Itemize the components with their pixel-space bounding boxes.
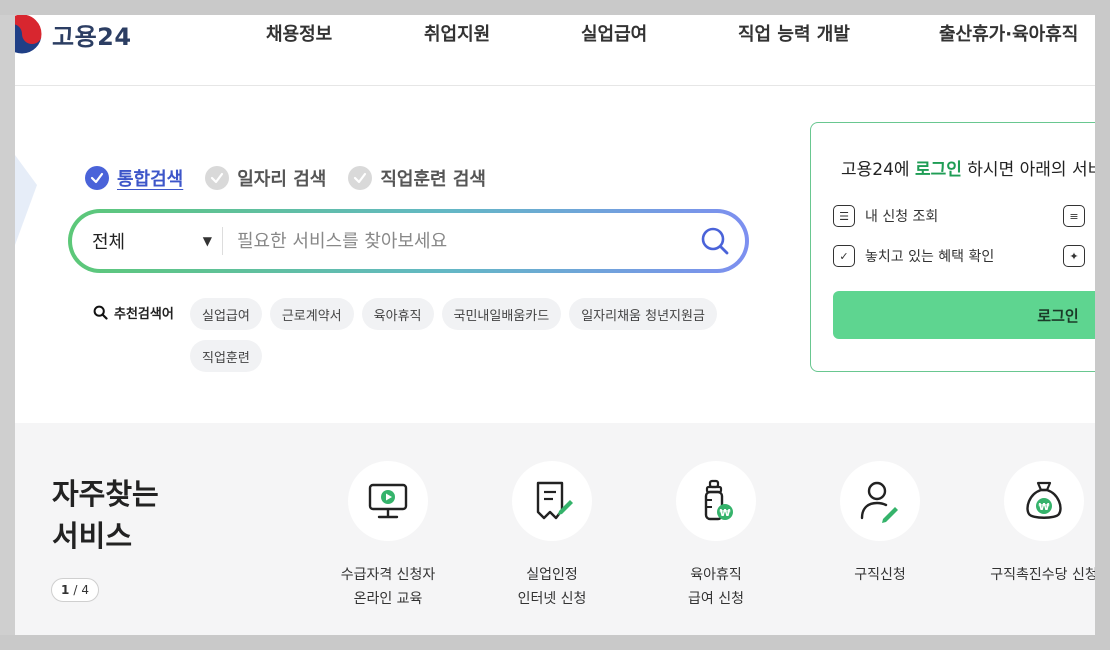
login-panel-title: 고용24에 로그인 하시면 아래의 서비 [841,155,1095,180]
tab-label: 일자리 검색 [237,169,327,190]
benefit-check-icon: ✓ [833,245,855,267]
service-label: 수급자격 신청자 온라인 교육 [340,567,436,607]
search-icon [701,227,729,255]
pager-total: 4 [81,583,90,597]
perk-my-applications[interactable]: ☰ 내 신청 조회 [833,205,938,227]
recommended-label: 추천검색어 [93,303,174,322]
site-header: 고용24 채용정보 취업지원 실업급여 직업 능력 개발 출산휴가·육아휴직 [15,15,1095,86]
nav-item-unemployment-benefit[interactable]: 실업급여 [581,20,647,46]
service-job-seeking-allowance[interactable]: ₩ 구직촉진수당 신청 [964,461,1095,587]
perk-recommend[interactable]: ✦ 일 [1063,245,1095,267]
nav-item-parental-leave[interactable]: 출산휴가·육아휴직 [939,20,1078,46]
search-inner: 전체 ▼ [72,213,745,269]
service-label: 실업인정 인터넷 신청 [517,567,587,607]
login-title-pre: 고용24에 [841,160,915,180]
keyword-chip[interactable]: 국민내일배움카드 [441,298,562,330]
services-title-line1: 자주찾는 [52,477,159,511]
service-online-education[interactable]: 수급자격 신청자 온라인 교육 [308,461,468,611]
keyword-chip[interactable]: 근로계약서 [269,298,354,330]
login-panel: 고용24에 로그인 하시면 아래의 서비 ☰ 내 신청 조회 ≡ 증 ✓ 놓치고… [810,122,1095,372]
login-title-highlight: 로그인 [914,160,962,180]
perk-missed-benefits[interactable]: ✓ 놓치고 있는 혜택 확인 [833,245,994,267]
money-bag-won-icon: ₩ [1004,461,1084,541]
services-title-line2: 서비스 [52,519,133,553]
tab-job-search[interactable]: 일자리 검색 [205,165,326,191]
check-icon [205,166,230,190]
services-pager[interactable]: 1 / 4 [51,578,100,602]
search-scope-value: 전체 [92,232,126,253]
service-parental-leave-benefit[interactable]: ₩ 육아휴직 급여 신청 [636,461,796,611]
keyword-chip[interactable]: 육아휴직 [361,298,434,330]
page-background-left [0,15,15,635]
nav-item-recruit[interactable]: 채용정보 [266,20,332,46]
person-edit-icon [840,461,920,541]
frequent-services: 자주찾는 서비스 1 / 4 수급자격 신청자 온라인 교육 실업인정 인터넷 … [15,423,1095,635]
search-box: 전체 ▼ [68,209,749,273]
service-unemployment-recognition[interactable]: 실업인정 인터넷 신청 [472,461,632,611]
perk-certificate[interactable]: ≡ 증 [1063,205,1095,227]
document-edit-icon [512,461,592,541]
search-tabs: 통합검색 일자리 검색 직업훈련 검색 [85,165,486,191]
keyword-chip[interactable]: 실업급여 [190,298,262,330]
nav-item-employment-support[interactable]: 취업지원 [424,20,490,46]
pager-current: 1 [61,583,70,597]
login-button[interactable]: 로그인 [833,291,1095,339]
page: 고용24 채용정보 취업지원 실업급여 직업 능력 개발 출산휴가·육아휴직 통… [15,15,1095,635]
svg-text:₩: ₩ [1038,502,1049,513]
search-button[interactable] [685,221,745,261]
decorative-shape [15,155,37,245]
pager-separator: / [73,583,78,597]
perk-label: 내 신청 조회 [865,209,939,225]
caret-down-icon: ▼ [202,234,212,248]
tab-integrated-search[interactable]: 통합검색 [85,165,183,191]
search-scope-select[interactable]: 전체 ▼ [72,228,222,254]
services-title: 자주찾는 서비스 [52,473,159,557]
nav-item-vocational-training[interactable]: 직업 능력 개발 [738,20,850,46]
tab-training-search[interactable]: 직업훈련 검색 [348,165,486,191]
tab-label: 직업훈련 검색 [380,169,486,190]
service-label: 구직촉진수당 신청 [990,567,1095,583]
search-icon [93,305,108,320]
keyword-chip[interactable]: 직업훈련 [190,340,262,372]
monitor-play-icon [348,461,428,541]
check-icon [348,166,373,190]
magic-wand-icon: ✦ [1063,245,1085,267]
main-nav: 채용정보 취업지원 실업급여 직업 능력 개발 출산휴가·육아휴직 [15,15,1095,64]
svg-text:₩: ₩ [719,508,730,519]
perk-label: 놓치고 있는 혜택 확인 [865,249,995,265]
service-label: 구직신청 [854,567,906,583]
tab-label: 통합검색 [117,169,184,190]
login-title-post: 하시면 아래의 서비 [961,160,1095,180]
list-check-icon: ☰ [833,205,855,227]
check-icon [85,166,109,190]
service-label: 육아휴직 급여 신청 [688,567,744,607]
keyword-chip[interactable]: 일자리채움 청년지원금 [569,298,717,330]
baby-bottle-won-icon: ₩ [676,461,756,541]
keyword-chips: 실업급여 근로계약서 육아휴직 국민내일배움카드 일자리채움 청년지원금 직업훈… [190,298,750,372]
document-icon: ≡ [1063,205,1085,227]
search-input[interactable] [223,230,685,252]
recommended-label-text: 추천검색어 [114,307,174,322]
service-job-application[interactable]: 구직신청 [800,461,960,587]
